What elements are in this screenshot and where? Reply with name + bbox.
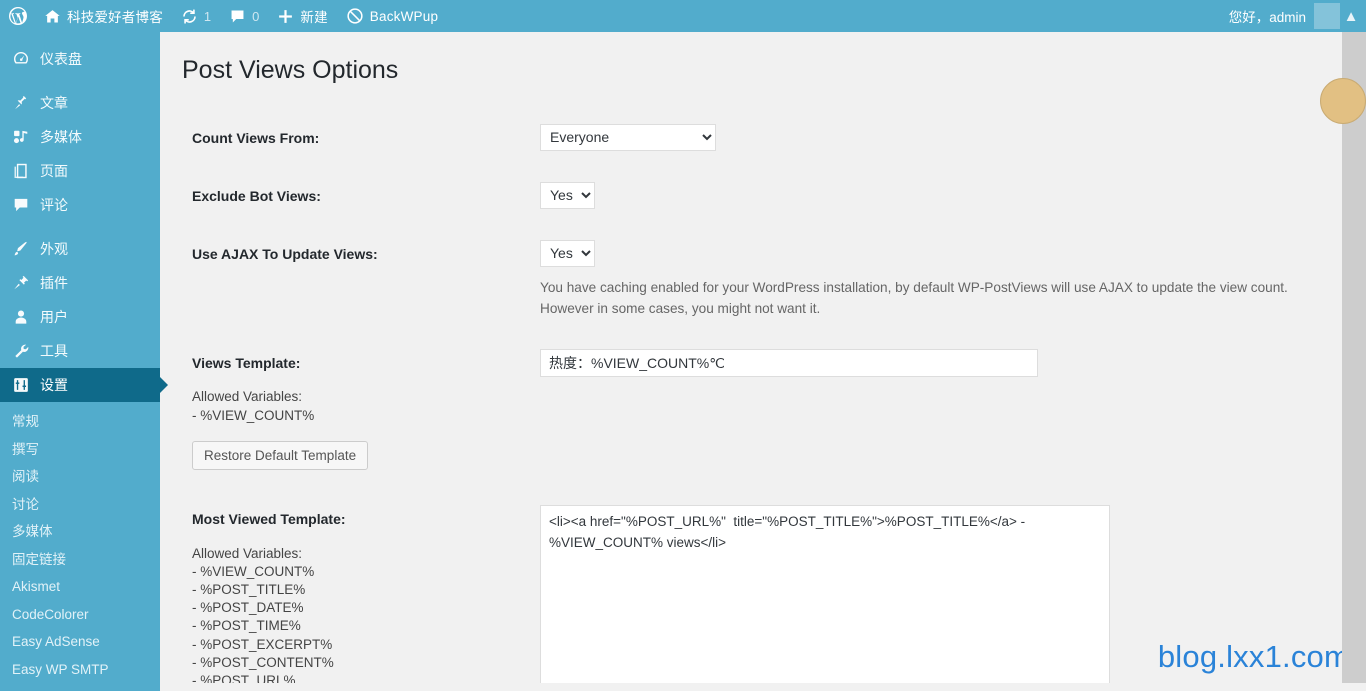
pin-icon [11,93,31,113]
sidebar-item-label: 外观 [40,239,68,259]
submenu-item-media[interactable]: 多媒体 [0,518,160,546]
user-icon [11,307,31,327]
label-use-ajax: Use AJAX To Update Views: [180,225,530,334]
submenu-item-general[interactable]: 常规 [0,408,160,436]
sidebar-item-comments[interactable]: 评论 [0,188,160,222]
admin-sidebar: 仪表盘 文章 多媒体 页面 评论 外观 插件 [0,32,160,683]
comments-count: 0 [252,9,259,24]
site-name-menu[interactable]: 科技爱好者博客 [35,0,172,32]
field-exclude-bot-views: Yes [530,167,1320,225]
submenu-item-reading[interactable]: 阅读 [0,463,160,491]
views-template-allowed-variables: Allowed Variables: - %VIEW_COUNT% [192,388,520,424]
backwpup-label: BackWPup [370,9,438,24]
views-template-input[interactable] [540,349,1038,377]
field-views-template [530,334,1320,490]
updates-icon [181,8,198,25]
content-area: Post Views Options Count Views From: Eve… [160,32,1342,683]
form-row-count-views-from: Count Views From: Everyone [180,109,1320,167]
page-icon [11,161,31,181]
chevron-up-icon[interactable]: ▲ [1340,0,1362,32]
use-ajax-description: You have caching enabled for your WordPr… [540,278,1310,319]
form-row-use-ajax: Use AJAX To Update Views: Yes You have c… [180,225,1320,334]
sidebar-item-dashboard[interactable]: 仪表盘 [0,42,160,76]
settings-sliders-icon [11,375,31,395]
submenu-item-permalinks[interactable]: 固定链接 [0,546,160,574]
sidebar-item-pages[interactable]: 页面 [0,154,160,188]
page-title: Post Views Options [180,42,1342,109]
tools-wrench-icon [11,341,31,361]
site-name-label: 科技爱好者博客 [67,6,163,26]
label-views-template: Views Template: Allowed Variables: - %VI… [180,334,530,490]
sidebar-item-media[interactable]: 多媒体 [0,120,160,154]
most-viewed-template-title: Most Viewed Template: [192,511,346,527]
form-row-most-viewed-template: Most Viewed Template: Allowed Variables:… [180,490,1320,683]
count-views-from-select[interactable]: Everyone [540,124,716,151]
exclude-bot-views-select[interactable]: Yes [540,182,595,209]
new-content-menu[interactable]: 新建 [268,0,336,32]
sidebar-item-tools[interactable]: 工具 [0,334,160,368]
sidebar-item-posts[interactable]: 文章 [0,86,160,120]
sidebar-item-label: 设置 [40,375,68,395]
wordpress-logo-icon [8,6,28,26]
use-ajax-select[interactable]: Yes [540,240,595,267]
sidebar-item-label: 页面 [40,161,68,181]
form-row-exclude-bot-views: Exclude Bot Views: Yes [180,167,1320,225]
settings-wrap: Post Views Options Count Views From: Eve… [160,32,1342,683]
sidebar-item-label: 多媒体 [40,127,82,147]
sidebar-item-plugins[interactable]: 插件 [0,266,160,300]
menu-separator [0,222,160,232]
floating-action-circle[interactable] [1320,78,1366,124]
form-row-views-template: Views Template: Allowed Variables: - %VI… [180,334,1320,490]
submenu-item-discussion[interactable]: 讨论 [0,491,160,519]
sidebar-item-label: 工具 [40,341,68,361]
menu-top-spacer [0,32,160,42]
settings-submenu: 常规 撰写 阅读 讨论 多媒体 固定链接 Akismet CodeColorer… [0,402,160,691]
sidebar-item-appearance[interactable]: 外观 [0,232,160,266]
views-template-title: Views Template: [192,355,300,371]
comment-bubble-icon [229,8,246,25]
updates-count: 1 [204,9,211,24]
menu-separator [0,76,160,86]
sidebar-item-settings[interactable]: 设置 [0,368,160,402]
media-icon [11,127,31,147]
field-use-ajax: Yes You have caching enabled for your Wo… [530,225,1320,334]
sidebar-item-users[interactable]: 用户 [0,300,160,334]
new-content-label: 新建 [300,6,327,26]
updates-menu[interactable]: 1 [172,0,220,32]
backwpup-icon [346,7,364,25]
most-viewed-template-textarea[interactable]: <li><a href="%POST_URL%" title="%POST_TI… [540,505,1110,683]
field-count-views-from: Everyone [530,109,1320,167]
label-count-views-from: Count Views From: [180,109,530,167]
most-viewed-template-allowed-variables: Allowed Variables: - %VIEW_COUNT% - %POS… [192,545,520,683]
label-exclude-bot-views: Exclude Bot Views: [180,167,530,225]
post-views-options-form: Count Views From: Everyone Exclude Bot V… [180,109,1320,684]
submenu-item-codecolorer[interactable]: CodeColorer [0,601,160,629]
wp-logo-menu[interactable] [0,0,35,32]
sidebar-item-label: 插件 [40,273,68,293]
label-most-viewed-template: Most Viewed Template: Allowed Variables:… [180,490,530,683]
admin-bar: 科技爱好者博客 1 0 新建 BackWPup 您好，admin ▲ [0,0,1366,32]
sidebar-item-label: 用户 [40,307,68,327]
sidebar-item-label: 文章 [40,93,68,113]
plugin-icon [11,273,31,293]
comment-icon [11,195,31,215]
page-scrollbar[interactable] [1342,32,1366,683]
submenu-item-writing[interactable]: 撰写 [0,436,160,464]
backwpup-menu[interactable]: BackWPup [337,0,447,32]
howdy-label: 您好，admin [1229,6,1314,26]
home-icon [44,8,61,25]
submenu-item-easy-wp-smtp[interactable]: Easy WP SMTP [0,656,160,684]
dashboard-icon [11,49,31,69]
submenu-item-akismet[interactable]: Akismet [0,573,160,601]
submenu-item-easy-adsense[interactable]: Easy AdSense [0,628,160,656]
admin-bar-right: 您好，admin ▲ [1229,0,1366,32]
field-most-viewed-template: <li><a href="%POST_URL%" title="%POST_TI… [530,490,1320,683]
sidebar-item-label: 评论 [40,195,68,215]
plus-icon [277,8,294,25]
sidebar-item-label: 仪表盘 [40,49,82,69]
avatar[interactable] [1314,3,1340,29]
restore-default-template-button[interactable]: Restore Default Template [192,441,368,471]
appearance-brush-icon [11,239,31,259]
comments-menu[interactable]: 0 [220,0,268,32]
